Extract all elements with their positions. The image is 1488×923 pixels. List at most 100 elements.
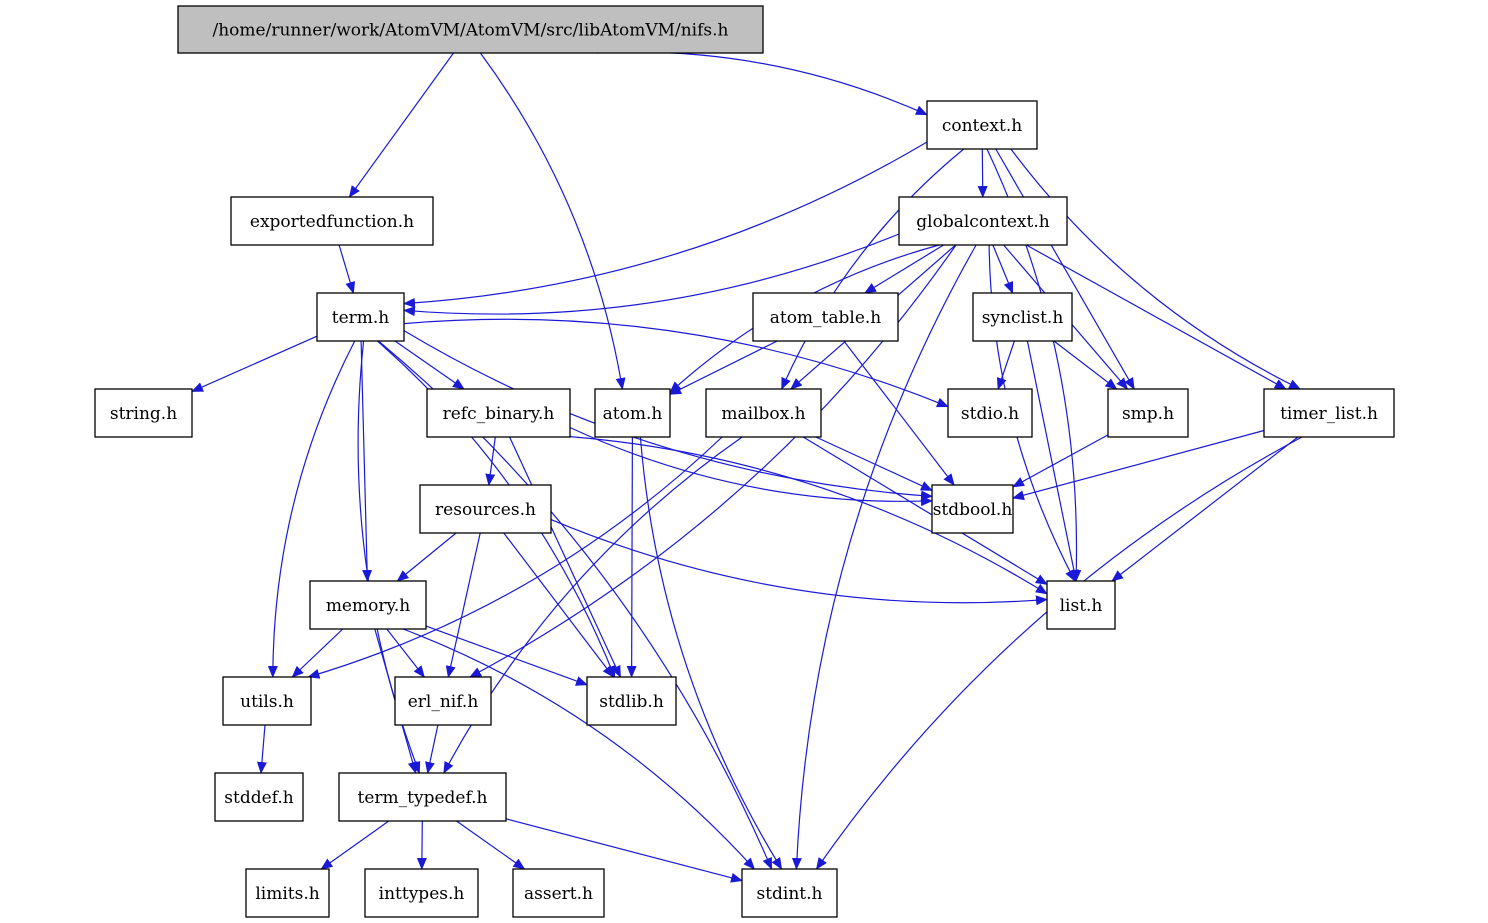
edge-synclist-to-list	[1026, 340, 1079, 582]
node-stdint[interactable]: stdint.h	[741, 868, 838, 918]
edge-line	[307, 436, 723, 679]
edge-line	[396, 532, 457, 582]
node-stddef[interactable]: stddef.h	[214, 772, 304, 822]
node-globalcontext[interactable]: globalcontext.h	[898, 196, 1068, 246]
node-label: term_typedef.h	[358, 788, 488, 808]
node-label: stdint.h	[756, 884, 822, 904]
node-context[interactable]: context.h	[926, 100, 1038, 150]
node-utils[interactable]: utils.h	[222, 676, 312, 726]
node-assert[interactable]: assert.h	[512, 868, 605, 918]
node-label: stdlib.h	[599, 692, 664, 712]
edge-context-to-timer_list	[1010, 148, 1301, 390]
edge-line	[864, 244, 944, 294]
edge-line	[416, 820, 427, 870]
edge-atom_table-to-stdbool	[843, 340, 955, 486]
node-label: assert.h	[524, 884, 593, 904]
node-mailbox[interactable]: mailbox.h	[705, 388, 822, 438]
node-label: limits.h	[255, 884, 319, 904]
edge-line	[509, 436, 621, 678]
edge-nifs-to-atom	[479, 52, 626, 390]
edge-nifs-to-exportedfunction	[348, 52, 454, 198]
edge-line	[320, 820, 390, 870]
node-term[interactable]: term.h	[316, 292, 405, 342]
edge-context-to-globalcontext	[977, 148, 988, 198]
node-label: erl_nif.h	[408, 692, 479, 712]
node-atom[interactable]: atom.h	[594, 388, 671, 438]
node-term-typedef[interactable]: term_typedef.h	[338, 772, 507, 822]
node-label: resources.h	[435, 500, 536, 520]
node-label: stdio.h	[961, 404, 1019, 424]
edge-smp-to-stdbool	[1012, 434, 1109, 488]
node-timer-list[interactable]: timer_list.h	[1263, 388, 1395, 438]
edge-term-to-refc_binary	[394, 340, 465, 390]
edge-line	[1111, 436, 1299, 582]
edge-globalcontext-to-atom_table	[864, 244, 944, 294]
edge-memory-to-utils	[291, 628, 344, 678]
edge-line	[995, 148, 1135, 390]
edge-utils-to-stddef	[256, 724, 267, 774]
node-label: exportedfunction.h	[250, 212, 414, 232]
edge-line	[291, 628, 344, 678]
edge-line	[256, 724, 267, 774]
node-label: stdbool.h	[933, 500, 1013, 520]
node-label: list.h	[1060, 596, 1103, 616]
node-string[interactable]: string.h	[94, 388, 193, 438]
edge-resources-to-memory	[396, 532, 457, 582]
edges-layer	[191, 51, 1303, 883]
node-label: string.h	[110, 404, 177, 424]
edge-term-to-string	[191, 335, 318, 393]
edge-line	[596, 51, 928, 116]
edge-line	[639, 436, 783, 870]
edge-timer_list-to-stdbool	[1012, 429, 1265, 501]
node-erl-nif[interactable]: erl_nif.h	[394, 676, 492, 726]
edge-line	[569, 426, 933, 507]
edge-line	[348, 52, 454, 198]
edge-memory-to-stdint	[402, 628, 756, 870]
edge-line	[977, 148, 988, 198]
node-resources[interactable]: resources.h	[419, 484, 552, 534]
edge-line	[1010, 148, 1301, 390]
node-stdio[interactable]: stdio.h	[947, 388, 1033, 438]
node-label: memory.h	[326, 596, 410, 616]
node-exportedfunction[interactable]: exportedfunction.h	[230, 196, 434, 246]
edge-context-to-term	[403, 141, 928, 308]
node-memory[interactable]: memory.h	[309, 580, 427, 630]
node-label: atom.h	[603, 404, 663, 424]
node-label: /home/runner/work/AtomVM/AtomVM/src/libA…	[213, 21, 729, 41]
node-refc-binary[interactable]: refc_binary.h	[426, 388, 571, 438]
node-list[interactable]: list.h	[1046, 580, 1116, 630]
node-atom-table[interactable]: atom_table.h	[752, 292, 899, 342]
edge-line	[386, 628, 425, 678]
edge-mailbox-to-utils	[307, 436, 723, 679]
edge-line	[403, 141, 928, 308]
edge-line	[402, 628, 756, 870]
edge-line	[503, 532, 614, 678]
edge-line	[425, 724, 439, 774]
edge-line	[338, 244, 356, 294]
edge-resources-to-stdlib	[503, 532, 614, 678]
node-label: refc_binary.h	[443, 404, 555, 424]
edge-line	[191, 335, 318, 393]
edge-erl_nif-to-term_typedef	[425, 724, 439, 774]
node-label: context.h	[942, 116, 1022, 136]
node-limits[interactable]: limits.h	[245, 868, 330, 918]
edge-context-to-smp	[995, 148, 1135, 390]
node-nifs[interactable]: /home/runner/work/AtomVM/AtomVM/src/libA…	[177, 5, 764, 54]
edge-timer_list-to-list	[1111, 436, 1299, 582]
edge-line	[626, 436, 637, 678]
edge-exportedfunction-to-term	[338, 244, 356, 294]
node-stdlib[interactable]: stdlib.h	[586, 676, 677, 726]
edge-term_typedef-to-assert	[456, 820, 526, 870]
node-label: atom_table.h	[770, 308, 882, 328]
node-label: synclist.h	[982, 308, 1064, 328]
edge-refc_binary-to-stdbool	[569, 426, 933, 507]
include-dependency-graph: /home/runner/work/AtomVM/AtomVM/src/libA…	[94, 5, 1395, 918]
node-synclist[interactable]: synclist.h	[972, 292, 1073, 342]
node-smp[interactable]: smp.h	[1107, 388, 1189, 438]
node-label: timer_list.h	[1280, 404, 1378, 424]
edge-line	[394, 340, 465, 390]
edge-atom-to-stdlib	[626, 436, 637, 678]
node-stdbool[interactable]: stdbool.h	[931, 484, 1014, 534]
node-inttypes[interactable]: inttypes.h	[364, 868, 479, 918]
edge-line	[815, 436, 933, 491]
